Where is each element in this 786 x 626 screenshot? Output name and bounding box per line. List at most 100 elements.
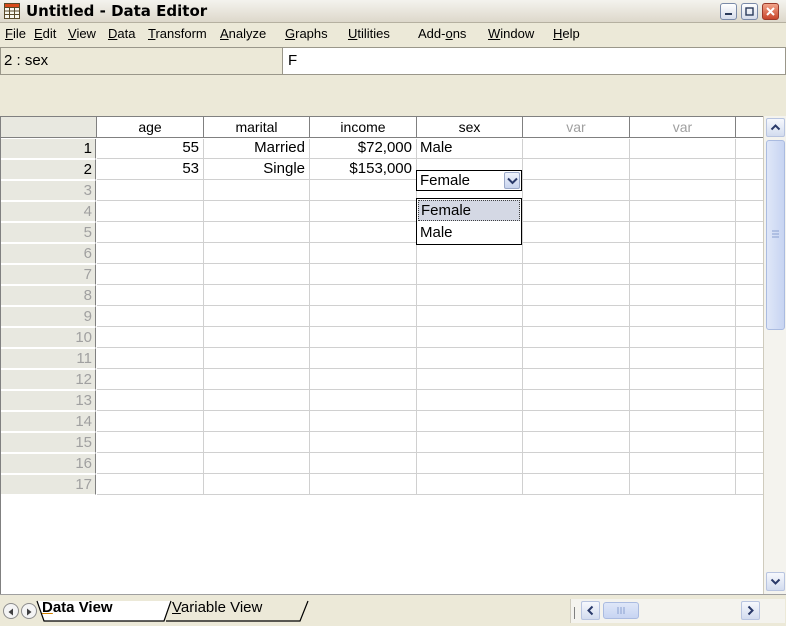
grid-cell[interactable]	[97, 432, 204, 453]
grid-cell[interactable]	[630, 327, 736, 348]
column-header-age[interactable]: age	[97, 117, 204, 138]
grid-cell[interactable]	[736, 285, 764, 306]
grid-cell[interactable]	[736, 432, 764, 453]
grid-cell[interactable]	[310, 474, 417, 495]
dropdown-option-male[interactable]: Male	[418, 222, 520, 243]
grid-cell[interactable]	[204, 453, 310, 474]
row-number[interactable]: 12	[1, 369, 96, 390]
grid-cell[interactable]	[630, 474, 736, 495]
row-number[interactable]: 17	[1, 474, 96, 495]
menu-data[interactable]: Data	[108, 26, 135, 41]
menu-graphs[interactable]: Graphs	[285, 26, 328, 41]
grid-cell[interactable]	[204, 264, 310, 285]
combobox-dropdown-button[interactable]	[504, 172, 520, 189]
menu-transform[interactable]: Transform	[148, 26, 207, 41]
grid-cell[interactable]: Male	[417, 138, 523, 159]
column-header-marital[interactable]: marital	[204, 117, 310, 138]
grid-cell[interactable]	[630, 432, 736, 453]
grid-cell[interactable]	[630, 180, 736, 201]
grid-cell[interactable]	[736, 222, 764, 243]
grid-cell[interactable]	[204, 390, 310, 411]
grid-cell[interactable]	[310, 285, 417, 306]
grid-cell[interactable]	[523, 264, 630, 285]
sex-value-combobox[interactable]: Female	[416, 170, 522, 191]
scroll-up-button[interactable]	[766, 118, 785, 137]
grid-cell[interactable]	[417, 432, 523, 453]
scroll-down-button[interactable]	[766, 572, 785, 591]
grid-cell[interactable]: $153,000	[310, 159, 417, 180]
grid-cell[interactable]	[417, 264, 523, 285]
grid-cell[interactable]	[523, 306, 630, 327]
grid-cell[interactable]	[417, 306, 523, 327]
grid-cell[interactable]	[97, 369, 204, 390]
row-number[interactable]: 8	[1, 285, 96, 306]
grid-cell[interactable]	[204, 180, 310, 201]
grid-cell[interactable]	[736, 138, 764, 159]
grid-cell[interactable]	[523, 327, 630, 348]
grid-cell[interactable]	[97, 306, 204, 327]
grid-corner[interactable]	[1, 117, 97, 138]
grid-cell[interactable]	[204, 411, 310, 432]
grid-cell[interactable]	[97, 285, 204, 306]
grid-cell[interactable]	[630, 390, 736, 411]
tab-data-view[interactable]: Data View	[42, 599, 113, 616]
grid-cell[interactable]	[204, 222, 310, 243]
grid-cell[interactable]	[417, 243, 523, 264]
column-header-var[interactable]: var	[630, 117, 736, 138]
row-number[interactable]: 7	[1, 264, 96, 285]
grid-cell[interactable]	[630, 411, 736, 432]
grid-cell[interactable]	[417, 348, 523, 369]
row-number[interactable]: 4	[1, 201, 96, 222]
title-bar[interactable]: Untitled - Data Editor	[0, 0, 786, 23]
grid-cell[interactable]	[204, 285, 310, 306]
row-number[interactable]: 1	[1, 138, 96, 159]
grid-cell[interactable]	[736, 390, 764, 411]
grid-cell[interactable]	[310, 369, 417, 390]
column-header-var[interactable]: var	[523, 117, 630, 138]
row-number[interactable]: 14	[1, 411, 96, 432]
grid-cell[interactable]	[417, 474, 523, 495]
menu-edit[interactable]: Edit	[34, 26, 56, 41]
maximize-button[interactable]	[741, 3, 758, 20]
data-grid[interactable]: 1 55 Married $72,000 Male 2 53 Single $153,000 3 4…	[0, 116, 764, 594]
grid-cell[interactable]	[630, 348, 736, 369]
vertical-scrollbar[interactable]	[763, 116, 786, 594]
grid-cell[interactable]	[523, 222, 630, 243]
grid-cell[interactable]	[310, 348, 417, 369]
row-number[interactable]: 2	[1, 159, 96, 180]
grid-cell[interactable]	[310, 453, 417, 474]
grid-cell[interactable]	[630, 159, 736, 180]
grid-cell[interactable]	[523, 285, 630, 306]
grid-cell[interactable]	[204, 327, 310, 348]
grid-cell[interactable]	[736, 243, 764, 264]
grid-cell[interactable]	[417, 390, 523, 411]
grid-cell[interactable]	[204, 474, 310, 495]
grid-cell[interactable]	[310, 222, 417, 243]
grid-cell[interactable]	[523, 348, 630, 369]
grid-cell[interactable]	[736, 348, 764, 369]
grid-cell[interactable]	[736, 201, 764, 222]
dropdown-option-female[interactable]: Female	[418, 200, 520, 221]
menu-add-ons[interactable]: Add-ons	[418, 26, 466, 41]
scroll-right-button[interactable]	[741, 601, 760, 620]
grid-cell[interactable]	[736, 306, 764, 327]
grid-cell[interactable]	[417, 285, 523, 306]
row-number[interactable]: 16	[1, 453, 96, 474]
row-number[interactable]: 9	[1, 306, 96, 327]
horizontal-scrollbar[interactable]	[570, 599, 785, 623]
grid-cell[interactable]	[97, 474, 204, 495]
minimize-button[interactable]	[720, 3, 737, 20]
grid-cell[interactable]	[630, 201, 736, 222]
grid-cell[interactable]	[736, 369, 764, 390]
grid-cell[interactable]	[417, 453, 523, 474]
grid-cell[interactable]	[310, 264, 417, 285]
grid-cell[interactable]	[630, 138, 736, 159]
grid-cell[interactable]	[417, 411, 523, 432]
grid-cell[interactable]	[310, 432, 417, 453]
row-number[interactable]: 3	[1, 180, 96, 201]
grid-cell[interactable]	[736, 159, 764, 180]
grid-cell[interactable]	[310, 306, 417, 327]
grid-cell[interactable]	[523, 432, 630, 453]
grid-cell[interactable]	[97, 201, 204, 222]
grid-cell[interactable]	[97, 348, 204, 369]
